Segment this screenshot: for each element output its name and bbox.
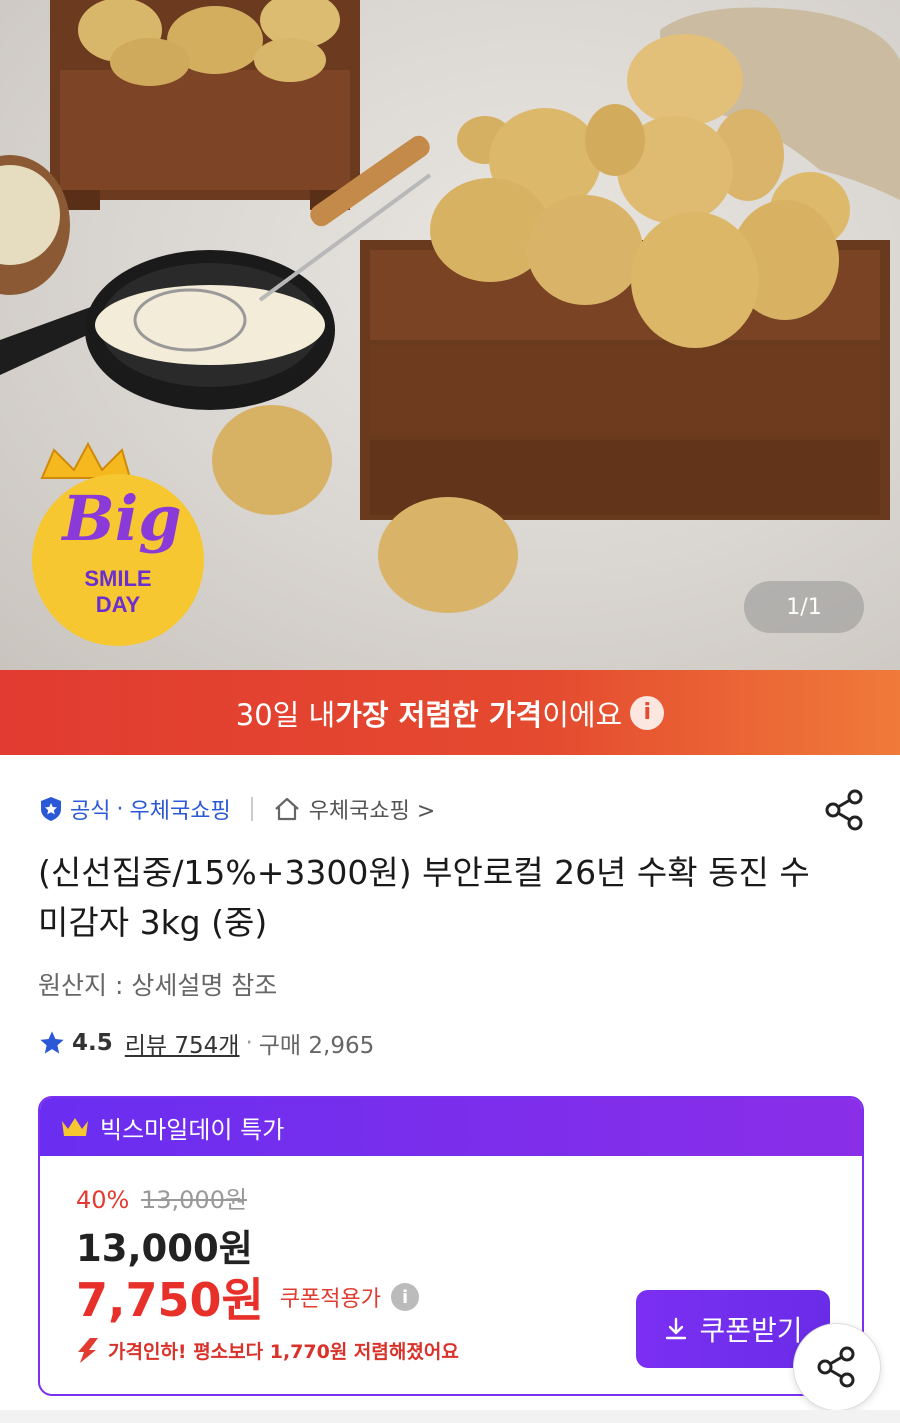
discount-rate: 40% bbox=[76, 1186, 130, 1214]
share-icon bbox=[825, 789, 863, 831]
share-button[interactable] bbox=[823, 788, 867, 832]
price-drop-notice: 가격인하! 평소보다 1,770원 저렴해졌어요 bbox=[76, 1336, 459, 1364]
dot-separator: · bbox=[245, 1030, 253, 1056]
star-icon bbox=[40, 1031, 64, 1054]
download-icon bbox=[666, 1317, 687, 1340]
banner-highlight: 가장 저렴한 가격 bbox=[335, 697, 543, 732]
dot-separator: · bbox=[116, 796, 124, 822]
official-label: 공식 bbox=[70, 799, 111, 824]
get-coupon-label: 쿠폰받기 bbox=[699, 1314, 803, 1347]
official-badge-icon bbox=[41, 797, 61, 821]
rating-score: 4.5 bbox=[72, 1030, 113, 1056]
share-icon bbox=[817, 1346, 855, 1388]
down-arrow-icon bbox=[78, 1338, 98, 1363]
info-icon[interactable]: i bbox=[630, 695, 665, 730]
badge-day-text: DAY bbox=[96, 592, 141, 617]
reviews-link[interactable]: 리뷰 754개 bbox=[125, 1026, 240, 1060]
divider bbox=[250, 797, 253, 821]
store-name: 우체국쇼핑 > bbox=[308, 799, 436, 824]
deal-header: 빅스마일데이 특가 bbox=[40, 1098, 862, 1156]
product-image[interactable]: Big SMILE DAY 1/1 bbox=[0, 0, 900, 670]
big-smile-day-badge: Big SMILE DAY bbox=[30, 440, 208, 652]
seller-row: 공식 · 우체국쇼핑 우체국쇼핑 > bbox=[38, 790, 435, 828]
badge-smile-text: SMILE bbox=[84, 566, 151, 591]
info-icon[interactable]: i bbox=[391, 1283, 420, 1311]
official-store-link[interactable]: 공식 · 우체국쇼핑 bbox=[38, 793, 231, 825]
deal-box: 빅스마일데이 특가 40% 13,000원 13,000원 7,750원 쿠폰적… bbox=[38, 1096, 864, 1396]
coupon-price-label: 쿠폰적용가 bbox=[279, 1287, 382, 1312]
official-store-name: 우체국쇼핑 bbox=[129, 799, 231, 824]
store-link[interactable]: 우체국쇼핑 > bbox=[273, 793, 436, 825]
lowest-price-banner: 30일 내 가장 저렴한 가격 이에요 i bbox=[0, 670, 900, 755]
product-origin: 원산지 : 상세설명 참조 bbox=[38, 971, 278, 1000]
section-divider bbox=[0, 1410, 900, 1423]
discount-line: 40% 13,000원 bbox=[76, 1180, 247, 1215]
banner-suffix: 이에요 bbox=[542, 697, 623, 732]
badge-big-text: Big bbox=[60, 482, 181, 555]
rating-row: 4.5 리뷰 754개 · 구매 2,965 bbox=[38, 1025, 374, 1061]
floating-share-button[interactable] bbox=[793, 1323, 881, 1411]
crown-icon bbox=[62, 1118, 88, 1136]
coupon-price: 7,750원 bbox=[76, 1273, 264, 1327]
home-icon bbox=[274, 797, 299, 821]
image-counter: 1/1 bbox=[744, 581, 864, 633]
banner-prefix: 30일 내 bbox=[235, 697, 336, 732]
deal-header-label: 빅스마일데이 특가 bbox=[100, 1115, 285, 1144]
coupon-price-row: 7,750원 쿠폰적용가 i bbox=[76, 1264, 420, 1330]
purchase-count: 구매 2,965 bbox=[258, 1033, 375, 1059]
product-title: (신선집중/15%+3300원) 부안로컬 26년 수확 동진 수미감자 3kg… bbox=[38, 853, 810, 942]
original-price: 13,000원 bbox=[140, 1186, 248, 1214]
price-drop-text: 가격인하! 평소보다 1,770원 저렴해졌어요 bbox=[108, 1340, 459, 1363]
